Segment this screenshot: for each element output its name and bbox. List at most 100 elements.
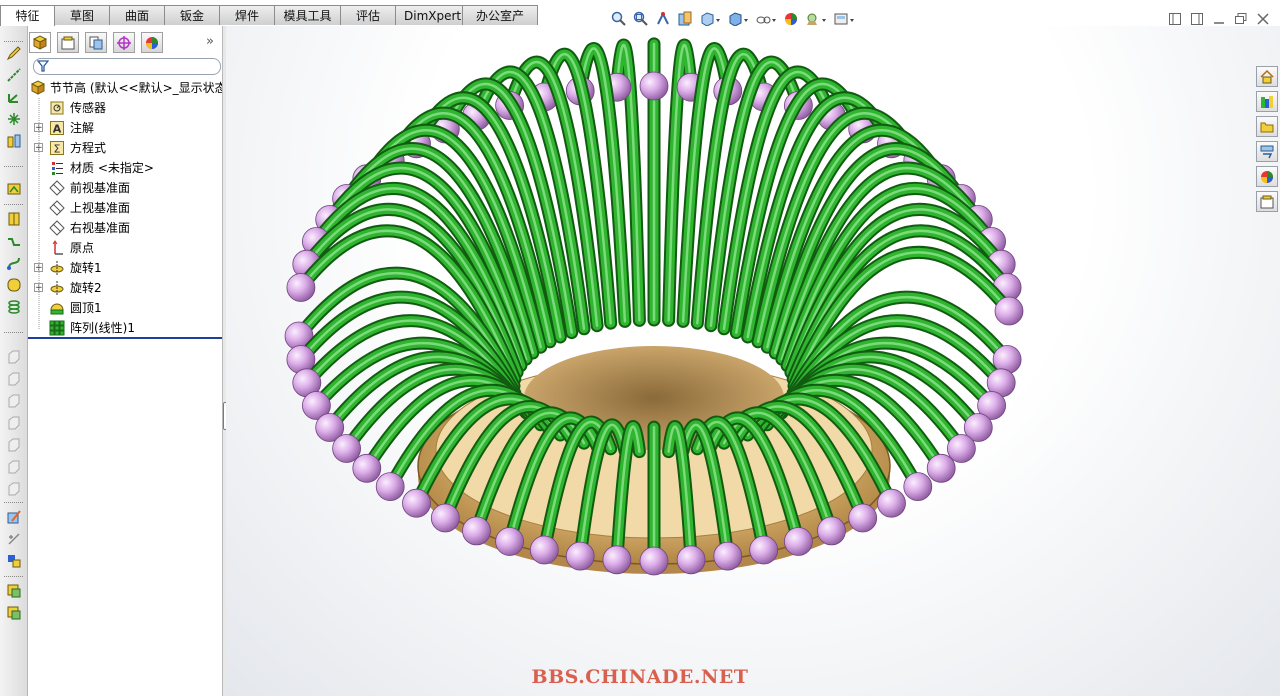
ball-tip: [565, 541, 595, 571]
tree-item-label: 原点: [70, 241, 95, 255]
ball-tip: [639, 546, 669, 576]
minimize-icon[interactable]: [1212, 12, 1226, 26]
toolbar-divider: [4, 576, 23, 577]
tab-evaluate[interactable]: 评估: [340, 5, 396, 25]
ball-tip: [713, 541, 743, 571]
loft-icon[interactable]: [5, 254, 22, 271]
ball-tip: [676, 545, 706, 575]
custom-properties-icon[interactable]: [1256, 191, 1278, 212]
file-explorer-icon[interactable]: [1256, 116, 1278, 137]
tree-item-label: 传感器: [70, 101, 107, 115]
window-controls: [1168, 12, 1270, 26]
resources-home-icon[interactable]: [1256, 66, 1278, 87]
tree-connector-lines: [38, 98, 40, 330]
design-library-icon[interactable]: [1256, 91, 1278, 112]
sketch-pencil-icon[interactable]: [5, 44, 22, 61]
tree-item-label: 方程式: [70, 141, 107, 155]
toolbar-divider: [4, 41, 23, 42]
sweep-icon[interactable]: [5, 232, 22, 249]
ball-tip: [639, 71, 669, 101]
view-box-icon: [5, 436, 22, 453]
expand-panel-button[interactable]: »: [206, 34, 214, 49]
ball-tip: [749, 535, 779, 565]
command-manager: 特征 草图 曲面 钣金 焊件 模具工具 评估 DimXpert 办公室产品: [0, 0, 1280, 43]
model-tubes: [284, 37, 1024, 576]
move-entity-icon[interactable]: [5, 552, 22, 569]
tree-item-label: 材质 <未指定>: [70, 161, 154, 175]
view-palette-icon[interactable]: [1256, 141, 1278, 162]
ball-tip: [462, 516, 491, 546]
view-box-icon: [5, 458, 22, 475]
tree-filter-input[interactable]: [33, 58, 221, 75]
tile-horizontal-icon[interactable]: [1168, 12, 1182, 26]
tab-sheet-metal[interactable]: 钣金: [164, 5, 220, 25]
mate-reference-icon[interactable]: [5, 132, 22, 149]
tree-item-label: 上视基准面: [70, 201, 131, 215]
ball-tip: [817, 516, 846, 546]
ball-tip: [877, 488, 906, 518]
feature-manager-tabs: »: [28, 32, 222, 54]
feature-manager-icon[interactable]: [29, 32, 51, 53]
relations-icon[interactable]: [5, 530, 22, 547]
toolbar-divider: [4, 166, 23, 167]
rollback-bar[interactable]: [28, 337, 222, 339]
feature-manager-panel: » 节节高 (默认<<默认>_显示状态 传感器 + A 注解 + Σ 方程式 材…: [28, 26, 227, 696]
tab-office-products[interactable]: 办公室产品: [462, 5, 538, 43]
model-viewport: [284, 37, 1024, 576]
view-box-icon: [5, 392, 22, 409]
property-manager-icon[interactable]: [57, 32, 79, 53]
tree-item-label: 旋转2: [70, 281, 102, 295]
graphics-area[interactable]: BBS.CHINADE.NET: [226, 26, 1280, 696]
ball-tip: [402, 488, 431, 518]
display-manager-icon[interactable]: [141, 32, 163, 53]
view-box-icon: [5, 348, 22, 365]
task-pane: [1256, 66, 1280, 212]
tab-mold-tools[interactable]: 模具工具: [274, 5, 341, 25]
tab-dimxpert[interactable]: DimXpert: [395, 5, 463, 25]
insert-part-icon[interactable]: [5, 582, 22, 599]
ball-tip: [947, 434, 976, 463]
ball-tip: [926, 453, 956, 483]
fillet-icon[interactable]: [5, 276, 22, 293]
line-icon[interactable]: [5, 66, 22, 83]
tab-features[interactable]: 特征: [0, 5, 55, 26]
boss-extrude-icon[interactable]: [5, 210, 22, 227]
ball-tip: [430, 503, 460, 533]
watermark-text: BBS.CHINADE.NET: [531, 666, 749, 688]
ball-tip: [602, 545, 632, 575]
dimxpert-manager-icon[interactable]: [113, 32, 135, 53]
smart-dimension-icon[interactable]: [5, 508, 22, 525]
tree-item-label: 圆顶1: [70, 301, 102, 315]
toolbar-divider: [4, 502, 23, 503]
extrude-icon[interactable]: [5, 180, 22, 197]
tree-item-label: 节节高 (默认<<默认>_显示状态: [50, 81, 227, 95]
tab-sketch[interactable]: 草图: [54, 5, 110, 25]
ball-tip: [529, 535, 559, 565]
ball-tip: [352, 453, 382, 483]
tree-item-label: 阵列(线性)1: [70, 321, 135, 335]
close-icon[interactable]: [1256, 12, 1270, 26]
ball-tip: [332, 434, 361, 463]
ball-tip: [375, 472, 405, 502]
ball-tip: [286, 273, 316, 302]
restore-icon[interactable]: [1234, 12, 1248, 26]
ball-tip: [848, 503, 878, 533]
tab-surfaces[interactable]: 曲面: [109, 5, 165, 25]
helix-icon[interactable]: [5, 298, 22, 315]
command-tabs: 特征 草图 曲面 钣金 焊件 模具工具 评估 DimXpert 办公室产品: [0, 5, 538, 43]
axis-icon[interactable]: [5, 88, 22, 105]
toolbar-divider: [4, 204, 23, 205]
insert-component-icon[interactable]: [5, 604, 22, 621]
tree-item-label: 注解: [70, 121, 95, 135]
tree-item-label: 前视基准面: [70, 181, 131, 195]
ball-tip: [495, 527, 525, 556]
tile-vertical-icon[interactable]: [1190, 12, 1204, 26]
appearances-icon[interactable]: [1256, 166, 1278, 187]
configuration-manager-icon[interactable]: [85, 32, 107, 53]
view-box-icon: [5, 480, 22, 497]
tab-weldments[interactable]: 焊件: [219, 5, 275, 25]
view-box-icon: [5, 370, 22, 387]
point-icon[interactable]: [5, 110, 22, 127]
left-toolbar: [0, 26, 28, 696]
tree-item-label: 旋转1: [70, 261, 102, 275]
